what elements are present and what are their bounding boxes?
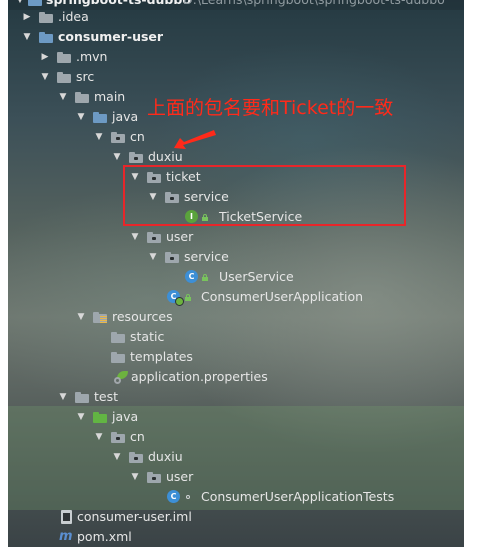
project-tree-panel[interactable]: ▼ springboot-ts-dubbo D:\Learns\springbo… (8, 0, 464, 547)
tree-label-test-duxiu: duxiu (148, 449, 183, 464)
package-icon (129, 452, 143, 463)
tree-label-static: static (130, 329, 165, 344)
expand-arrow-icon[interactable]: ▼ (129, 467, 141, 487)
tree-label-templates: templates (130, 349, 193, 364)
highlight-box-ticket-package (123, 165, 406, 226)
tree-row-test-cn[interactable]: ▼ cn (8, 427, 464, 447)
annotation-arrow-icon (174, 130, 216, 149)
tree-row-consumer-user-iml[interactable]: consumer-user.iml (8, 507, 464, 527)
spring-properties-icon (114, 371, 129, 384)
expand-arrow-icon[interactable]: ▼ (111, 147, 123, 167)
module-folder-icon (39, 32, 53, 43)
expand-arrow-icon[interactable]: ▼ (75, 407, 87, 427)
screenshot-stage: ▼ springboot-ts-dubbo D:\Learns\springbo… (0, 0, 477, 547)
expand-arrow-icon[interactable]: ▼ (57, 87, 69, 107)
expand-arrow-icon[interactable]: ▼ (147, 247, 159, 267)
folder-icon (57, 52, 71, 63)
tree-label-consumer-user-application-tests: ConsumerUserApplicationTests (201, 489, 395, 504)
tree-label-test-cn: cn (130, 429, 145, 444)
tree-row-cn[interactable]: ▼ cn (8, 127, 464, 147)
package-icon (147, 472, 161, 483)
tree-row-test-java[interactable]: ▼ java (8, 407, 464, 427)
package-icon (129, 152, 143, 163)
tree-label-pom: pom.xml (77, 529, 132, 544)
package-icon (165, 252, 179, 263)
tree-row-application-properties[interactable]: application.properties (8, 367, 464, 387)
right-edge-margin (464, 0, 477, 547)
tree-label-src: src (76, 69, 95, 84)
collapse-arrow-icon[interactable]: ▶ (39, 47, 51, 67)
package-icon (111, 132, 125, 143)
tree-label-test-user: user (166, 469, 194, 484)
tree-row-user-service[interactable]: C UserService (8, 267, 464, 287)
tree-label-consumer-user-iml: consumer-user.iml (77, 509, 192, 524)
tree-row-test-duxiu[interactable]: ▼ duxiu (8, 447, 464, 467)
tree-label-resources: resources (112, 309, 173, 324)
tree-label-test: test (94, 389, 119, 404)
collapse-arrow-icon[interactable]: ▶ (21, 7, 33, 27)
tree-row-mvn[interactable]: ▶ .mvn (8, 47, 464, 67)
tree-label-idea: .idea (58, 9, 89, 24)
annotation-note: 上面的包名要和Ticket的一致 (147, 97, 394, 119)
maven-icon: m (59, 529, 73, 544)
tree-row-user-service-package[interactable]: ▼ service (8, 247, 464, 267)
test-source-folder-icon (93, 412, 107, 423)
expand-arrow-icon[interactable]: ▼ (111, 447, 123, 467)
tree-label-user-service: UserService (219, 269, 294, 284)
module-folder-icon (28, 0, 42, 6)
tree-row-consumer-user-application[interactable]: C ConsumerUserApplication (8, 287, 464, 307)
tree-label-user-service-package: service (184, 249, 229, 264)
folder-icon (75, 392, 89, 403)
visibility-dot-icon (186, 495, 190, 499)
lock-icon (202, 274, 208, 281)
expand-arrow-icon[interactable]: ▼ (57, 387, 69, 407)
tree-label-java: java (112, 109, 139, 124)
tree-row-static[interactable]: static (8, 327, 464, 347)
tree-row-resources[interactable]: ▼ resources (8, 307, 464, 327)
resources-folder-icon (93, 312, 107, 323)
expand-arrow-icon[interactable]: ▼ (21, 27, 33, 47)
tree-row-templates[interactable]: templates (8, 347, 464, 367)
lock-icon (185, 294, 191, 301)
iml-file-icon (61, 510, 72, 524)
tree-label-test-java: java (112, 409, 139, 424)
run-badge-icon (175, 297, 184, 306)
tree-row-src[interactable]: ▼ src (8, 67, 464, 87)
tree-label-user: user (166, 229, 194, 244)
tree-row-idea[interactable]: ▶ .idea (8, 7, 464, 27)
expand-arrow-icon[interactable]: ▼ (75, 107, 87, 127)
tree-row-pom[interactable]: m pom.xml (8, 527, 464, 547)
tree-row-test[interactable]: ▼ test (8, 387, 464, 407)
tree-row-consumer-user[interactable]: ▼ consumer-user (8, 27, 464, 47)
tree-label-cn: cn (130, 129, 145, 144)
tree-label-consumer-user-application: ConsumerUserApplication (201, 289, 364, 304)
expand-arrow-icon[interactable]: ▼ (75, 307, 87, 327)
package-icon (147, 232, 161, 243)
folder-icon (75, 92, 89, 103)
tree-row-consumer-user-application-tests[interactable]: C ConsumerUserApplicationTests (8, 487, 464, 507)
class-icon: C (185, 270, 198, 283)
folder-icon (111, 332, 125, 343)
expand-arrow-icon[interactable]: ▼ (93, 127, 105, 147)
folder-icon (111, 352, 125, 363)
tree-row-user[interactable]: ▼ user (8, 227, 464, 247)
test-class-icon: C (167, 490, 180, 503)
package-icon (111, 432, 125, 443)
expand-arrow-icon[interactable]: ▼ (93, 427, 105, 447)
tree-label-mvn: .mvn (76, 49, 108, 64)
expand-arrow-icon[interactable]: ▼ (39, 67, 51, 87)
source-folder-icon (93, 112, 107, 123)
expand-arrow-icon[interactable]: ▼ (129, 227, 141, 247)
folder-icon (57, 72, 71, 83)
tree-row-test-user[interactable]: ▼ user (8, 467, 464, 487)
tree-row-duxiu[interactable]: ▼ duxiu (8, 147, 464, 167)
tree-label-main: main (94, 89, 126, 104)
tree-label-application-properties: application.properties (131, 369, 268, 384)
folder-icon (39, 12, 53, 23)
tree-label-consumer-user: consumer-user (58, 29, 164, 44)
